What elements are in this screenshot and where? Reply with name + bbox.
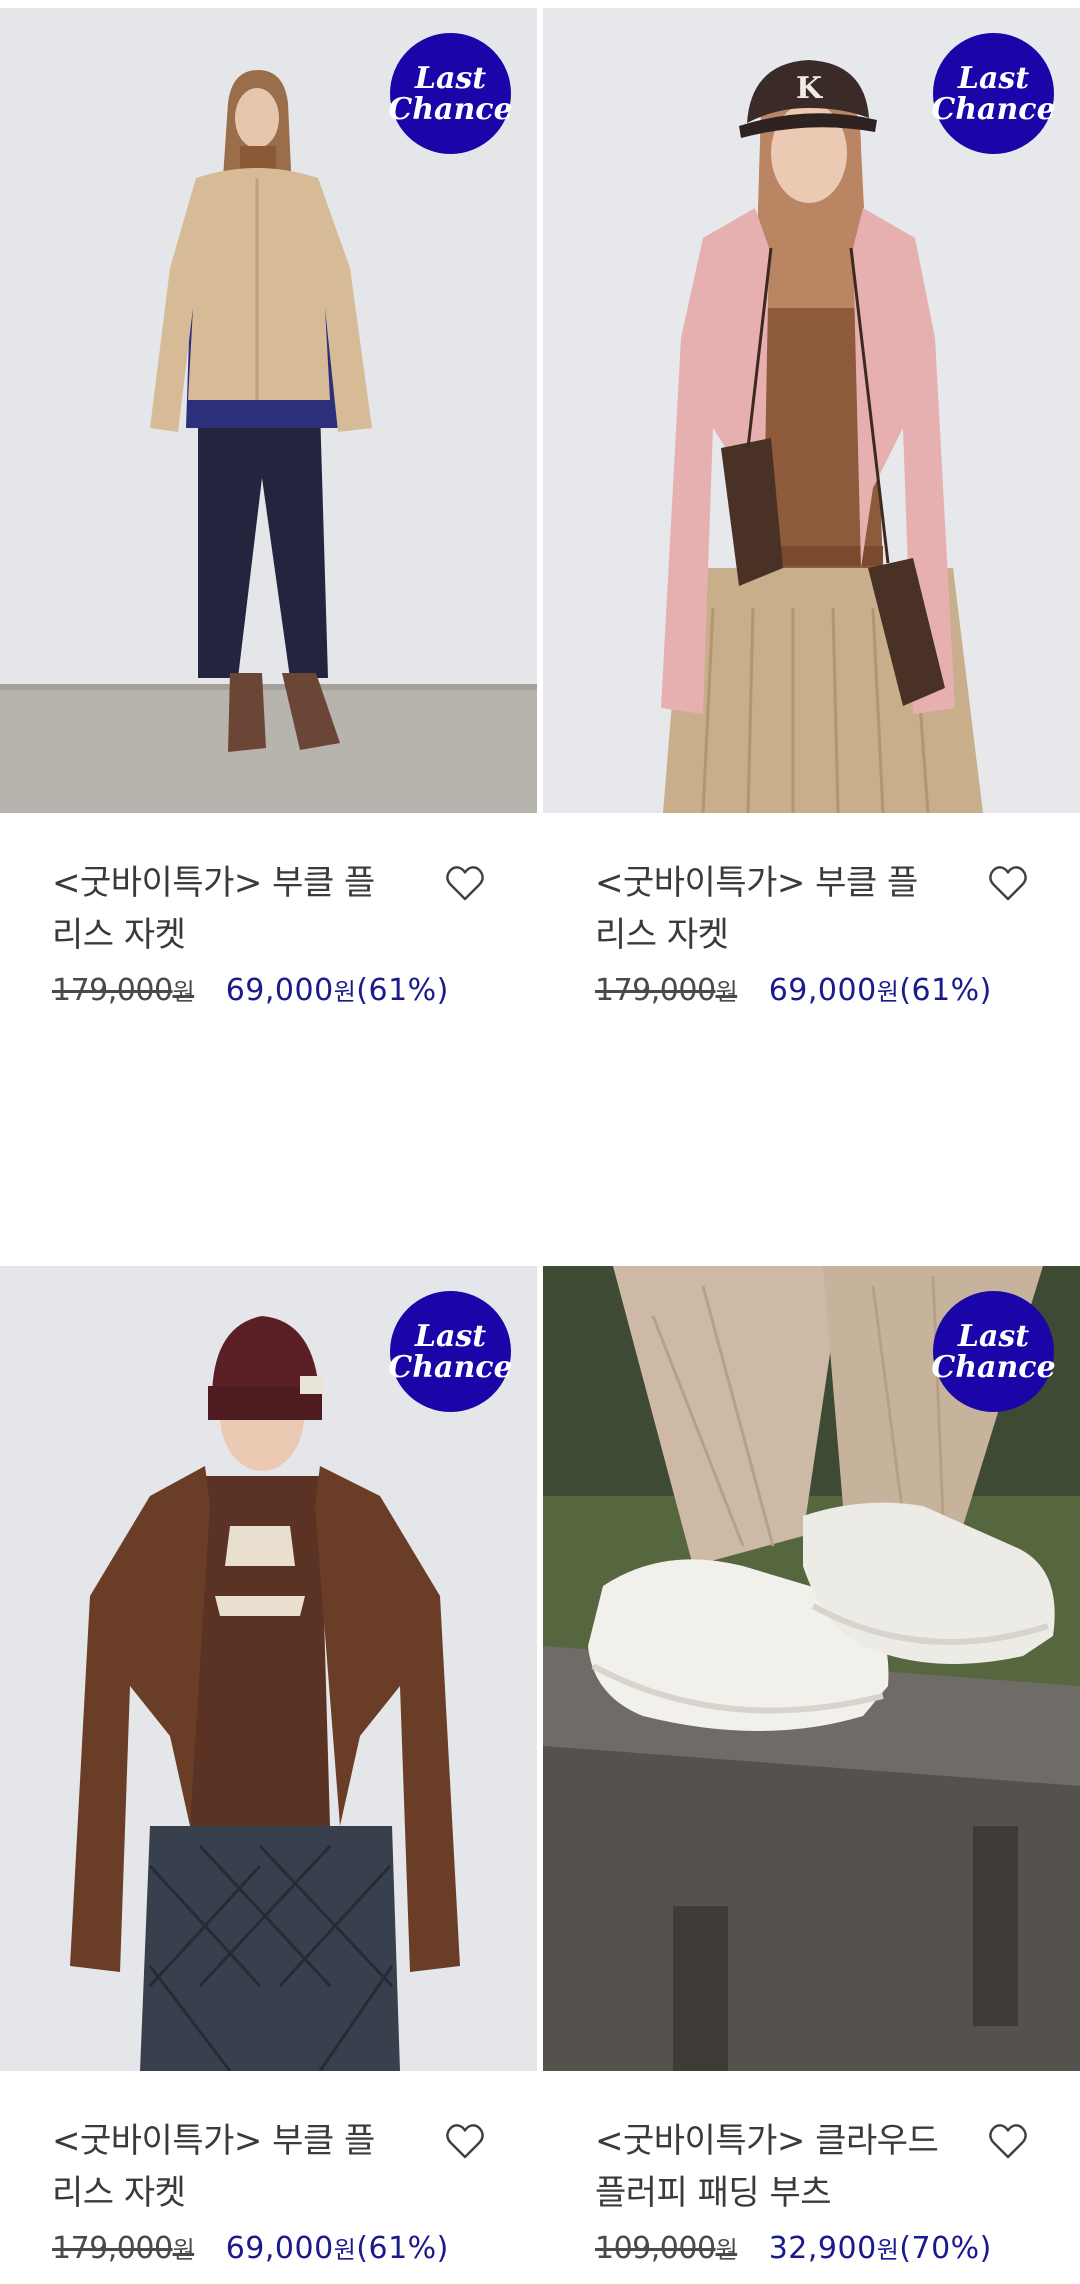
product-image[interactable]: K Last Chance [543, 8, 1080, 813]
original-price-unit: 원 [715, 2236, 738, 2264]
heart-outline-icon[interactable] [444, 863, 486, 903]
original-price-value: 179,000 [595, 973, 716, 1008]
sale-price: 69,000원(61%) [769, 973, 992, 1008]
badge-line-1: Last [414, 1318, 487, 1354]
product-card[interactable]: Last Chance <굿바이특가> 부클 플리스 자켓 179,000원 6… [0, 8, 537, 1013]
sale-price: 32,900원(70%) [769, 2231, 992, 2266]
price-row: 179,000원 69,000원(61%) [595, 971, 992, 1012]
original-price-unit: 원 [715, 978, 738, 1006]
original-price: 109,000원 [595, 2231, 738, 2266]
original-price-unit: 원 [172, 2236, 195, 2264]
heart-outline-icon[interactable] [444, 2121, 486, 2161]
product-image[interactable]: Last Chance [0, 1266, 537, 2071]
product-card[interactable]: Last Chance <굿바이특가> 클라우드 플러피 패딩 부츠 109,0… [543, 1266, 1080, 2271]
sale-price-unit: 원 [333, 978, 357, 1006]
last-chance-badge: Last Chance [931, 1291, 1056, 1412]
original-price: 179,000원 [595, 973, 738, 1008]
sale-price-value: 69,000 [225, 2231, 334, 2266]
product-image[interactable]: Last Chance [543, 1266, 1080, 2071]
sale-price-unit: 원 [876, 978, 900, 1006]
product-info: <굿바이특가> 부클 플리스 자켓 179,000원 69,000원(61%) [0, 813, 537, 1013]
original-price: 179,000원 [52, 2231, 195, 2266]
product-title[interactable]: <굿바이특가> 부클 플리스 자켓 [52, 857, 402, 961]
badge-line-1: Last [957, 1318, 1030, 1354]
sale-price-unit: 원 [876, 2236, 900, 2264]
svg-text:K: K [796, 71, 823, 106]
product-title[interactable]: <굿바이특가> 부클 플리스 자켓 [595, 857, 945, 961]
price-row: 179,000원 69,000원(61%) [52, 2229, 449, 2270]
product-image[interactable]: Last Chance [0, 8, 537, 813]
badge-line-2: Chance [388, 91, 513, 127]
original-price-value: 179,000 [52, 2231, 173, 2266]
discount-rate: (61%) [356, 2231, 449, 2266]
sale-price-value: 69,000 [768, 973, 877, 1008]
price-row: 179,000원 69,000원(61%) [52, 971, 449, 1012]
sale-price: 69,000원(61%) [226, 2231, 449, 2266]
last-chance-badge: Last Chance [388, 33, 513, 154]
product-info: <굿바이특가> 부클 플리스 자켓 179,000원 69,000원(61%) [543, 813, 1080, 1013]
sale-price-unit: 원 [333, 2236, 357, 2264]
product-title[interactable]: <굿바이특가> 클라우드 플러피 패딩 부츠 [595, 2115, 945, 2219]
badge-line-2: Chance [931, 1349, 1056, 1385]
product-card[interactable]: K Last Chance <굿바이특가> 부클 플리스 자켓 179,000원… [543, 8, 1080, 1013]
original-price-value: 109,000 [595, 2231, 716, 2266]
sale-price-value: 32,900 [768, 2231, 877, 2266]
badge-line-1: Last [957, 60, 1030, 96]
discount-rate: (70%) [899, 2231, 992, 2266]
product-info: <굿바이특가> 부클 플리스 자켓 179,000원 69,000원(61%) [0, 2071, 537, 2271]
badge-line-1: Last [414, 60, 487, 96]
heart-outline-icon[interactable] [987, 863, 1029, 903]
original-price-value: 179,000 [52, 973, 173, 1008]
discount-rate: (61%) [356, 973, 449, 1008]
heart-outline-icon[interactable] [987, 2121, 1029, 2161]
original-price: 179,000원 [52, 973, 195, 1008]
product-card[interactable]: Last Chance <굿바이특가> 부클 플리스 자켓 179,000원 6… [0, 1266, 537, 2271]
product-title[interactable]: <굿바이특가> 부클 플리스 자켓 [52, 2115, 402, 2219]
badge-line-2: Chance [931, 91, 1056, 127]
last-chance-badge: Last Chance [931, 33, 1056, 154]
badge-line-2: Chance [388, 1349, 513, 1385]
discount-rate: (61%) [899, 973, 992, 1008]
sale-price-value: 69,000 [225, 973, 334, 1008]
last-chance-badge: Last Chance [388, 1291, 513, 1412]
product-info: <굿바이특가> 클라우드 플러피 패딩 부츠 109,000원 32,900원(… [543, 2071, 1080, 2271]
price-row: 109,000원 32,900원(70%) [595, 2229, 992, 2270]
sale-price: 69,000원(61%) [226, 973, 449, 1008]
original-price-unit: 원 [172, 978, 195, 1006]
